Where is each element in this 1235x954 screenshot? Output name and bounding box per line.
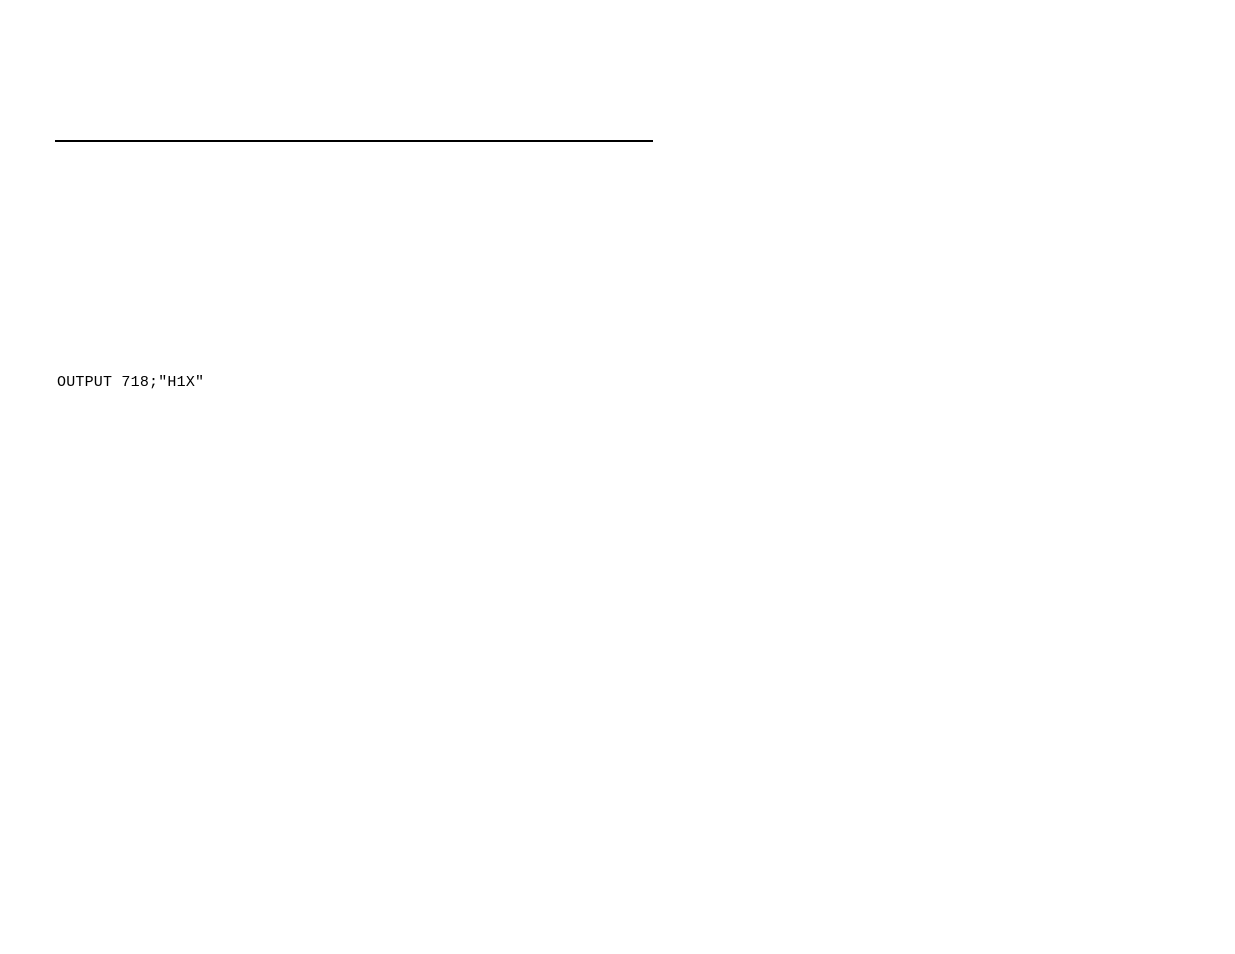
code-line-output: OUTPUT 718;"H1X" [57, 374, 204, 391]
document-page: OUTPUT 718;"H1X" [0, 0, 1235, 954]
horizontal-rule [55, 140, 653, 142]
